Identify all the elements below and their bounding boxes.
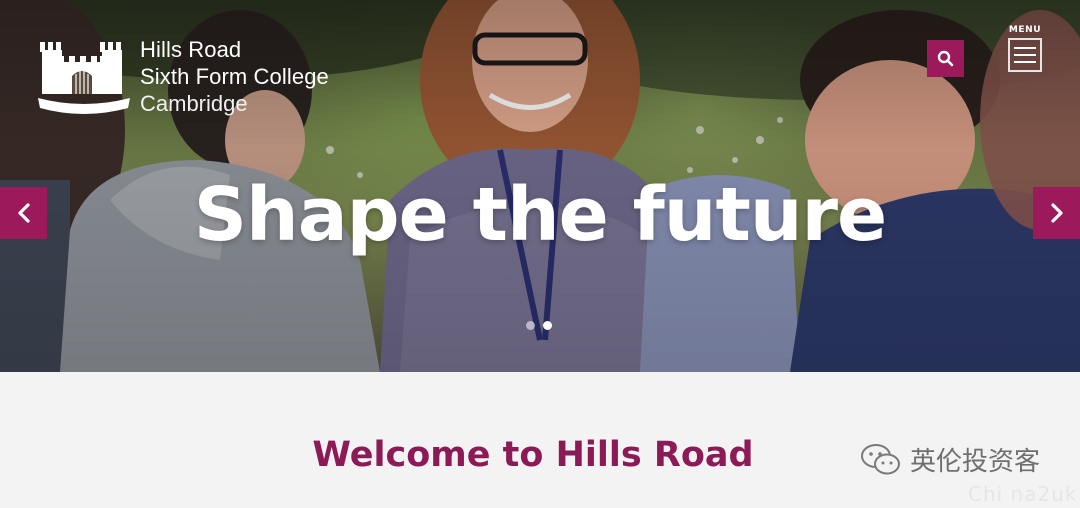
college-logo[interactable]: Hills Road Sixth Form College Cambridge: [36, 36, 329, 118]
college-name-line3: Cambridge: [140, 91, 248, 116]
watermark: 英伦投资客: [860, 441, 1040, 478]
wechat-icon: [861, 443, 900, 474]
hero-carousel: Hills Road Sixth Form College Cambridge …: [0, 0, 1080, 372]
hamburger-icon: [1014, 47, 1036, 49]
page: Hills Road Sixth Form College Cambridge …: [0, 0, 1080, 508]
menu-label: MENU: [1008, 25, 1042, 35]
search-icon: [937, 50, 954, 67]
carousel-dots: [526, 321, 552, 330]
college-name-line2: Sixth Form College: [140, 64, 329, 89]
watermark-site: Chi na2uk: [968, 482, 1078, 506]
college-name-line1: Hills Road: [140, 37, 242, 62]
menu[interactable]: MENU: [1005, 25, 1045, 72]
hero-headline: Shape the future: [193, 172, 887, 258]
carousel-dot-1[interactable]: [526, 321, 535, 330]
welcome-section: Welcome to Hills Road: [0, 372, 1080, 508]
watermark-account: 英伦投资客: [910, 447, 1041, 477]
search-button[interactable]: [927, 40, 964, 77]
hamburger-icon-bar: [1014, 54, 1036, 56]
college-name: Hills Road Sixth Form College Cambridge: [140, 36, 329, 117]
menu-button[interactable]: [1008, 38, 1042, 72]
hamburger-icon-bar: [1014, 61, 1036, 63]
castle-crest-icon: [38, 42, 130, 114]
carousel-dot-2[interactable]: [543, 321, 552, 330]
